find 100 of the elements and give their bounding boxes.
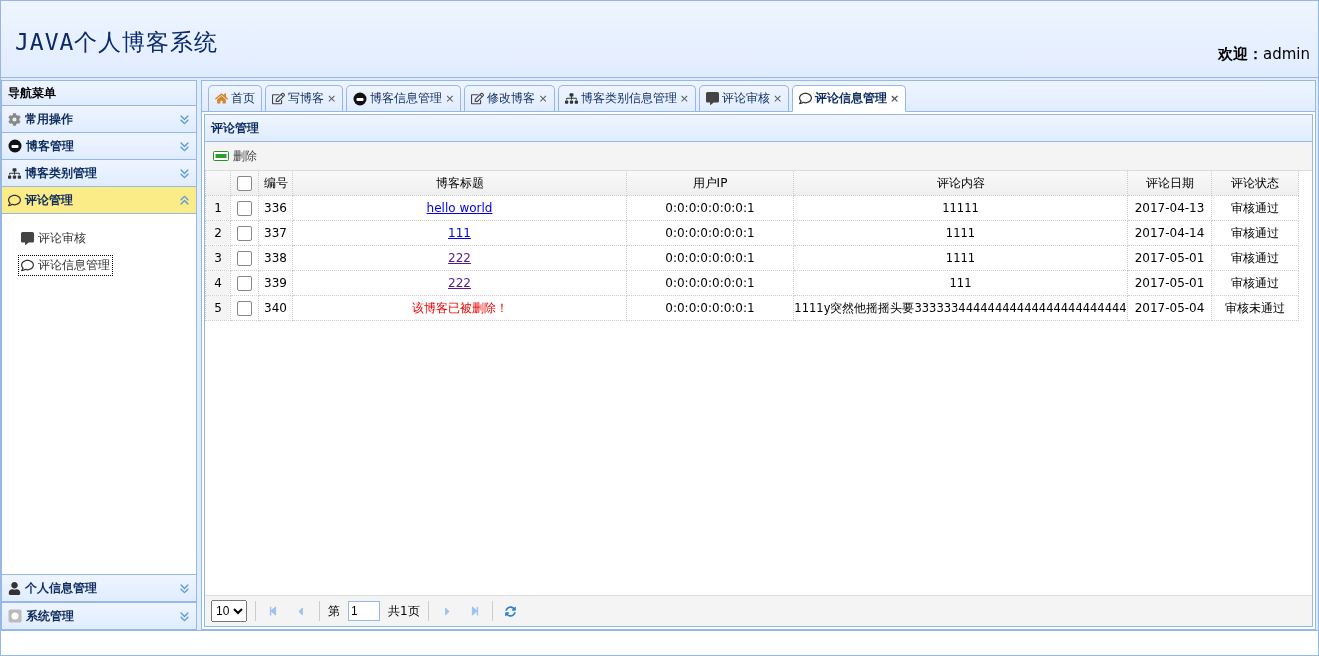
- edit-icon: [471, 92, 485, 105]
- menu-item-label: 评论审核: [38, 230, 86, 247]
- table-cell: 336: [258, 195, 293, 221]
- row-number: 5: [205, 295, 231, 321]
- table-cell: 审核通过: [1211, 270, 1299, 296]
- accordion-header[interactable]: 个人信息管理: [2, 574, 196, 602]
- row-number: 2: [205, 220, 231, 246]
- table-cell: 0:0:0:0:0:0:0:1: [626, 195, 794, 221]
- section-label: 博客类别管理: [25, 164, 98, 182]
- table-cell: 339: [258, 270, 293, 296]
- accordion-header[interactable]: 系统管理: [2, 602, 196, 629]
- menu-item-label: 评论信息管理: [38, 257, 110, 274]
- row-checkbox[interactable]: [237, 225, 252, 241]
- page-total: 共1页: [388, 602, 420, 620]
- table-cell: 1111y突然他摇摇头要33333344444444444444444444444: [793, 295, 1128, 321]
- app-title: JAVA个人博客系统: [15, 28, 219, 57]
- section-label: 评论管理: [25, 191, 74, 209]
- expand-icon[interactable]: [179, 140, 190, 152]
- accordion-header[interactable]: 评论管理: [2, 187, 196, 214]
- table-cell: 0:0:0:0:0:0:0:1: [626, 245, 794, 271]
- table-cell: 2017-05-01: [1127, 245, 1212, 271]
- section-label: 系统管理: [26, 607, 75, 625]
- blog-title-link[interactable]: 111: [448, 226, 471, 240]
- row-checkbox[interactable]: [237, 275, 252, 291]
- user-icon: [8, 581, 21, 595]
- remove-icon: [213, 151, 229, 161]
- table-cell: 1111: [793, 220, 1128, 246]
- table-cell: 1111: [793, 245, 1128, 271]
- row-checkbox[interactable]: [237, 250, 252, 266]
- blog-title-link[interactable]: 222: [448, 276, 471, 290]
- table-cell: 2017-05-04: [1127, 295, 1212, 321]
- blog-title-link[interactable]: hello world: [426, 201, 493, 215]
- row-checkbox[interactable]: [237, 200, 252, 216]
- home-icon: [215, 92, 228, 105]
- edit-icon: [272, 92, 285, 105]
- table-cell: 2017-04-14: [1127, 220, 1212, 246]
- table-cell: 0:0:0:0:0:0:0:1: [626, 220, 794, 246]
- table-cell: 337: [258, 220, 293, 246]
- close-icon[interactable]: ×: [679, 92, 689, 105]
- table-cell: 审核未通过: [1211, 295, 1299, 321]
- delete-button[interactable]: 删除: [211, 145, 259, 167]
- table-cell: 0:0:0:0:0:0:0:1: [626, 270, 794, 296]
- tree-icon: [564, 92, 578, 105]
- row-checkbox[interactable]: [237, 300, 252, 316]
- tab[interactable]: 博客信息管理 ×: [346, 85, 462, 111]
- speech-bubble-icon: [799, 92, 813, 105]
- column-header[interactable]: 用户IP: [626, 171, 794, 196]
- tab[interactable]: 写博客 ×: [265, 85, 344, 111]
- close-icon[interactable]: ×: [890, 92, 900, 105]
- table-cell: 0:0:0:0:0:0:0:1: [626, 295, 794, 321]
- column-header[interactable]: 评论内容: [793, 171, 1128, 196]
- menu-item[interactable]: 评论信息管理: [18, 255, 113, 276]
- table-cell: 11111: [793, 195, 1128, 221]
- column-header[interactable]: 编号: [258, 171, 293, 196]
- page-label: 第: [328, 602, 340, 620]
- select-all-checkbox[interactable]: [237, 175, 252, 191]
- deleted-notice: 该博客已被删除！: [411, 300, 508, 315]
- row-number: 1: [205, 195, 231, 221]
- collapse-icon[interactable]: [179, 194, 190, 206]
- blog-title-link[interactable]: 222: [448, 251, 471, 265]
- tab[interactable]: 评论审核 ×: [698, 85, 790, 111]
- column-header[interactable]: 博客标题: [292, 171, 627, 196]
- page-size-select[interactable]: 10: [211, 600, 247, 622]
- tab[interactable]: 评论信息管理 ×: [792, 85, 907, 112]
- close-icon[interactable]: ×: [538, 92, 548, 105]
- column-header[interactable]: 评论日期: [1127, 171, 1212, 196]
- section-label: 博客管理: [26, 137, 75, 155]
- table-cell: 111: [793, 270, 1128, 296]
- row-number: 3: [205, 245, 231, 271]
- tab[interactable]: 修改博客 ×: [464, 85, 555, 111]
- table-cell: 审核通过: [1211, 195, 1299, 221]
- accordion-header[interactable]: 博客管理: [2, 133, 196, 160]
- close-icon[interactable]: ×: [445, 92, 455, 105]
- panel-title: 评论管理: [204, 114, 1313, 142]
- page-input[interactable]: 1: [348, 601, 380, 621]
- column-header[interactable]: 评论状态: [1211, 171, 1299, 196]
- accordion-header[interactable]: 常用操作: [2, 106, 196, 133]
- speech-bubble-icon: [21, 259, 34, 272]
- tab[interactable]: 首页: [208, 85, 262, 111]
- sidebar-title: 导航菜单: [2, 81, 196, 106]
- section-label: 个人信息管理: [25, 579, 98, 597]
- row-number: 4: [205, 270, 231, 296]
- table-cell: 2017-05-01: [1127, 270, 1212, 296]
- section-label: 常用操作: [25, 110, 74, 128]
- expand-icon[interactable]: [179, 167, 190, 179]
- user-name: admin: [1263, 45, 1310, 64]
- tree-icon: [8, 166, 21, 180]
- table-cell: 340: [258, 295, 293, 321]
- close-icon[interactable]: ×: [327, 92, 337, 105]
- tab[interactable]: 博客类别信息管理 ×: [557, 85, 696, 111]
- table-cell: 338: [258, 245, 293, 271]
- table-cell: 审核通过: [1211, 245, 1299, 271]
- expand-icon[interactable]: [179, 113, 190, 125]
- close-icon[interactable]: ×: [772, 92, 783, 105]
- expand-icon[interactable]: [179, 582, 190, 594]
- menu-item[interactable]: 评论审核: [18, 228, 89, 249]
- accordion-header[interactable]: 博客类别管理: [2, 160, 196, 187]
- speech-bubble-icon: [8, 193, 21, 207]
- welcome-label: 欢迎：: [1218, 45, 1263, 64]
- expand-icon[interactable]: [179, 610, 190, 622]
